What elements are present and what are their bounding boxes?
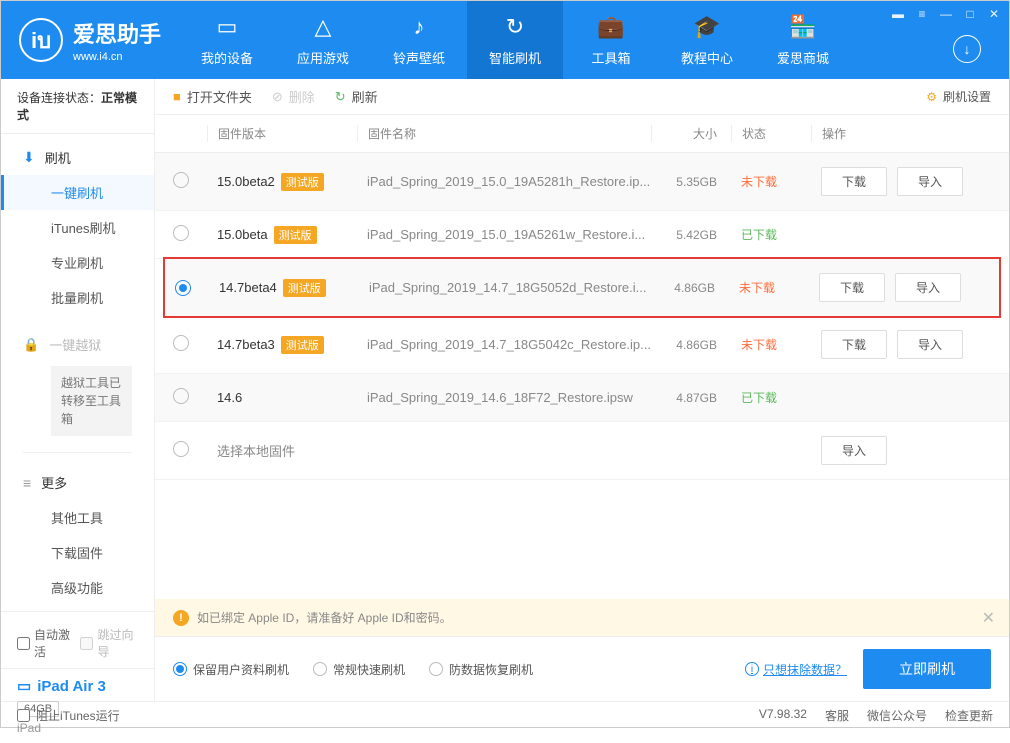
nav-icon: 💼 (597, 14, 624, 40)
row-radio[interactable] (173, 172, 189, 188)
nav-1[interactable]: △应用游戏 (275, 1, 371, 79)
sidebar-item[interactable]: 其他工具 (1, 500, 154, 535)
main-nav: ▭我的设备△应用游戏♪铃声壁纸↻智能刷机💼工具箱🎓教程中心🏪爱思商城 (179, 1, 851, 79)
toolbar: ■打开文件夹 ⊘删除 ↻刷新 ⚙刷机设置 (155, 79, 1009, 115)
close-icon[interactable]: ✕ (987, 7, 1001, 21)
sidebar-group-flash[interactable]: ⬇ 刷机 (1, 140, 154, 175)
import-button[interactable]: 导入 (897, 330, 963, 359)
row-radio[interactable] (173, 335, 189, 351)
nav-icon: ♪ (414, 14, 425, 40)
nav-icon: ↻ (506, 14, 524, 40)
skip-guide-checkbox[interactable]: 跳过向导 (80, 626, 137, 660)
app-url: www.i4.cn (73, 51, 161, 63)
flash-icon: ⬇ (23, 149, 35, 166)
table-header: 固件版本 固件名称 大小 状态 操作 (155, 115, 1009, 153)
service-link[interactable]: 客服 (825, 707, 849, 724)
app-name: 爱思助手 (73, 17, 161, 49)
warning-icon: ! (173, 610, 189, 626)
row-radio[interactable] (173, 441, 189, 457)
nav-icon: △ (315, 14, 332, 40)
maximize-icon[interactable]: □ (963, 7, 977, 21)
sidebar-item[interactable]: 下载固件 (1, 535, 154, 570)
nav-6[interactable]: 🏪爱思商城 (755, 1, 851, 79)
jailbreak-note: 越狱工具已转移至工具箱 (51, 366, 132, 436)
device-info: ▭ iPad Air 3 64GB iPad (1, 668, 154, 743)
nav-4[interactable]: 💼工具箱 (563, 1, 659, 79)
import-button[interactable]: 导入 (895, 273, 961, 302)
menu-icon[interactable]: ≡ (915, 7, 929, 21)
app-header: iบ 爱思助手 www.i4.cn ▭我的设备△应用游戏♪铃声壁纸↻智能刷机💼工… (1, 1, 1009, 79)
device-icon: ▭ (17, 677, 31, 695)
nav-2[interactable]: ♪铃声壁纸 (371, 1, 467, 79)
block-itunes-checkbox[interactable]: 阻止iTunes运行 (17, 707, 120, 724)
gear-icon: ⚙ (926, 90, 937, 104)
table-row[interactable]: 14.7beta4测试版iPad_Spring_2019_14.7_18G505… (163, 257, 1001, 318)
option-normal-fast[interactable]: 常规快速刷机 (313, 661, 405, 678)
refresh-button[interactable]: ↻刷新 (335, 87, 378, 106)
open-folder-button[interactable]: ■打开文件夹 (173, 87, 252, 106)
download-button[interactable]: 下载 (821, 167, 887, 196)
nav-icon: 🏪 (789, 14, 816, 40)
app-logo: iบ 爱思助手 www.i4.cn (1, 17, 179, 63)
download-button[interactable]: ↓ (953, 35, 981, 63)
download-button[interactable]: 下载 (821, 330, 887, 359)
device-name: ▭ iPad Air 3 (17, 677, 138, 695)
window-controls: ▬ ≡ — □ ✕ (891, 7, 1001, 21)
nav-5[interactable]: 🎓教程中心 (659, 1, 755, 79)
flash-now-button[interactable]: 立即刷机 (863, 649, 991, 689)
table-row[interactable]: 14.7beta3测试版iPad_Spring_2019_14.7_18G504… (155, 316, 1009, 374)
refresh-icon: ↻ (335, 89, 346, 105)
import-button[interactable]: 导入 (897, 167, 963, 196)
sidebar-item[interactable]: iTunes刷机 (1, 210, 154, 245)
sidebar: 设备连接状态：正常模式 ⬇ 刷机 一键刷机iTunes刷机专业刷机批量刷机 🔒 … (1, 79, 155, 701)
table-row[interactable]: 14.6iPad_Spring_2019_14.6_18F72_Restore.… (155, 374, 1009, 422)
warning-bar: ! 如已绑定 Apple ID，请准备好 Apple ID和密码。 ✕ (155, 599, 1009, 636)
minimize-icon[interactable]: — (939, 7, 953, 21)
more-icon: ≡ (23, 475, 31, 491)
sidebar-item[interactable]: 专业刷机 (1, 245, 154, 280)
nav-3[interactable]: ↻智能刷机 (467, 1, 563, 79)
sidebar-group-jailbreak: 🔒 一键越狱 (1, 327, 154, 362)
row-radio[interactable] (175, 280, 191, 296)
nav-0[interactable]: ▭我的设备 (179, 1, 275, 79)
tshirt-icon[interactable]: ▬ (891, 7, 905, 21)
table-row[interactable]: 15.0beta2测试版iPad_Spring_2019_15.0_19A528… (155, 153, 1009, 211)
sidebar-item[interactable]: 一键刷机 (1, 175, 154, 210)
only-erase-link[interactable]: i只想抹除数据？ (745, 661, 847, 678)
warning-close-button[interactable]: ✕ (982, 608, 995, 628)
check-update-link[interactable]: 检查更新 (945, 707, 993, 724)
sidebar-group-more[interactable]: ≡ 更多 (1, 465, 154, 500)
row-radio[interactable] (173, 388, 189, 404)
row-radio[interactable] (173, 225, 189, 241)
wechat-link[interactable]: 微信公众号 (867, 707, 927, 724)
folder-icon: ■ (173, 89, 181, 104)
download-button[interactable]: 下载 (819, 273, 885, 302)
delete-button[interactable]: ⊘删除 (272, 87, 315, 106)
option-keep-data[interactable]: 保留用户资料刷机 (173, 661, 289, 678)
table-row[interactable]: 15.0beta测试版iPad_Spring_2019_15.0_19A5261… (155, 211, 1009, 259)
auto-activate-checkbox[interactable]: 自动激活 (17, 626, 74, 660)
table-row-local[interactable]: 选择本地固件导入 (155, 422, 1009, 480)
logo-icon: iบ (19, 18, 63, 62)
option-anti-loss[interactable]: 防数据恢复刷机 (429, 661, 533, 678)
flash-settings-button[interactable]: ⚙刷机设置 (926, 88, 991, 105)
nav-icon: ▭ (217, 14, 238, 40)
nav-icon: 🎓 (693, 14, 720, 40)
content: ■打开文件夹 ⊘删除 ↻刷新 ⚙刷机设置 固件版本 固件名称 大小 状态 操作 … (155, 79, 1009, 701)
version-label: V7.98.32 (759, 707, 807, 724)
lock-icon: 🔒 (23, 337, 39, 353)
import-button[interactable]: 导入 (821, 436, 887, 465)
sidebar-item[interactable]: 高级功能 (1, 570, 154, 605)
connection-status: 设备连接状态：正常模式 (1, 79, 154, 134)
delete-icon: ⊘ (272, 89, 283, 105)
info-icon: i (745, 662, 759, 676)
sidebar-item[interactable]: 批量刷机 (1, 280, 154, 315)
options-bar: 保留用户资料刷机 常规快速刷机 防数据恢复刷机 i只想抹除数据？ 立即刷机 (155, 636, 1009, 701)
